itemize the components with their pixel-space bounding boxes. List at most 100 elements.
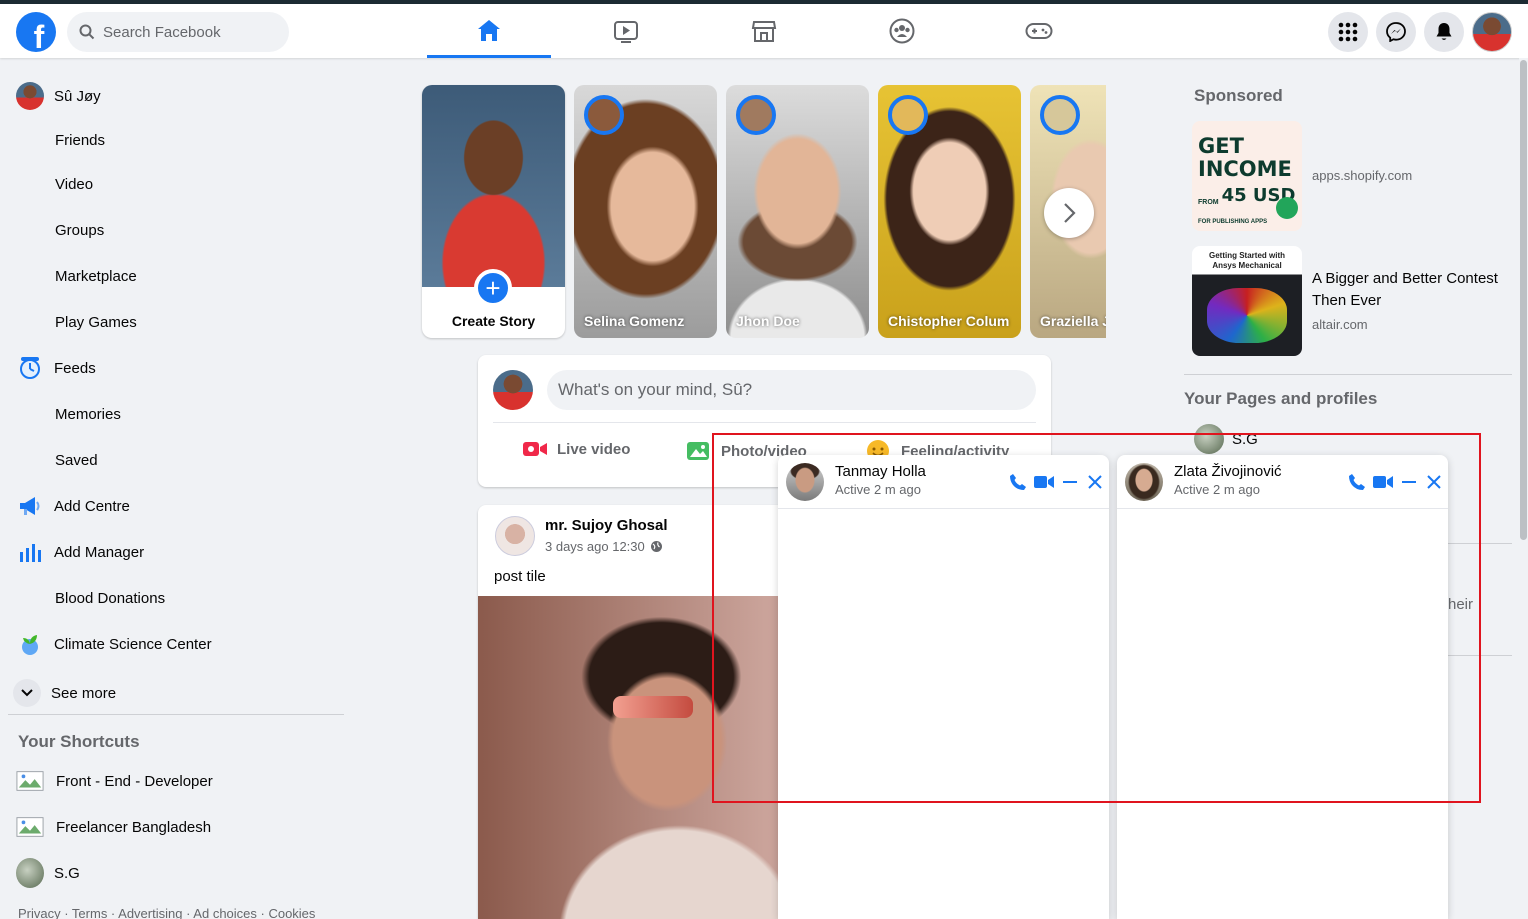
phone-icon (1349, 474, 1365, 490)
sidebar-item-memories[interactable]: Memories (8, 394, 344, 434)
sidebar-item-blood-donations[interactable]: Blood Donations (8, 578, 344, 618)
composer-input[interactable] (547, 370, 1036, 410)
minimize-icon (1063, 481, 1077, 483)
close-chat-button[interactable] (1423, 471, 1445, 493)
sidebar-item-saved[interactable]: Saved (8, 440, 344, 480)
menu-grid-icon (1338, 22, 1358, 42)
footer-links[interactable]: Privacy · Terms · Advertising · Ad choic… (18, 906, 315, 919)
page-name[interactable]: S.G (1232, 431, 1258, 448)
shortcut-item[interactable]: S.G (8, 853, 344, 893)
story-name: Chistopher Colum (888, 313, 1010, 329)
sidebar-item-play-games[interactable]: Play Games (8, 302, 344, 342)
live-video-button[interactable]: Live video (522, 439, 630, 459)
story-card[interactable]: Chistopher Colum (878, 85, 1021, 338)
tab-marketplace[interactable] (702, 4, 826, 58)
ad-headline[interactable]: A Bigger and Better Contest Then Ever (1312, 268, 1512, 312)
right-divider (1448, 655, 1512, 656)
video-call-button[interactable] (1372, 471, 1394, 493)
sidebar-item-label: Add Centre (54, 497, 130, 515)
menu-button[interactable] (1328, 12, 1368, 52)
sidebar-item-label: Blood Donations (55, 589, 166, 607)
sidebar-item-label: Friends (55, 131, 106, 149)
notifications-button[interactable] (1424, 12, 1464, 52)
sidebar-item-feeds[interactable]: Feeds (8, 348, 344, 388)
profile-photo (422, 85, 565, 287)
climate-icon (22, 635, 38, 655)
sidebar-item-marketplace[interactable]: Marketplace (8, 256, 344, 296)
tab-gaming[interactable] (977, 4, 1101, 58)
stories-next-button[interactable] (1044, 188, 1094, 238)
photo-icon (687, 442, 709, 460)
shortcut-label: Freelancer Bangladesh (56, 818, 212, 836)
search-box[interactable] (67, 12, 289, 52)
close-icon (1088, 475, 1102, 489)
sidebar-item-groups[interactable]: Groups (8, 210, 344, 250)
post-time[interactable]: 3 days ago 12:30 (545, 539, 645, 554)
sidebar-item-label: Feeds (54, 359, 96, 377)
search-input[interactable] (103, 23, 273, 41)
chat-header[interactable]: Tanmay Holla Active 2 m ago (778, 455, 1109, 509)
minimize-icon (1402, 481, 1416, 483)
facebook-logo[interactable]: f (16, 12, 56, 52)
watch-icon (614, 21, 638, 43)
voice-call-button[interactable] (1346, 471, 1368, 493)
add-story-button[interactable]: + (474, 269, 512, 307)
messenger-button[interactable] (1376, 12, 1416, 52)
ad-thumbnail[interactable]: Getting Started with Ansys Mechanical (1192, 246, 1302, 356)
sidebar-item-climate-science[interactable]: Climate Science Center (8, 624, 344, 664)
gaming-icon (1025, 23, 1053, 39)
shortcut-label: S.G (54, 864, 80, 882)
story-avatar (888, 95, 928, 135)
page-scrollbar[interactable] (1519, 58, 1528, 919)
ad-thumb-graphic (1207, 288, 1287, 343)
page-avatar[interactable] (1194, 424, 1224, 454)
sidebar-item-video[interactable]: Video (8, 164, 344, 204)
ad-thumb-line: FROM (1198, 199, 1219, 206)
chat-header[interactable]: Zlata Živojinović Active 2 m ago (1117, 455, 1448, 509)
ad-domain[interactable]: altair.com (1312, 317, 1368, 332)
close-chat-button[interactable] (1084, 471, 1106, 493)
story-name: Jhon Doe (736, 313, 800, 329)
shortcut-item[interactable]: Freelancer Bangladesh (8, 807, 344, 847)
voice-call-button[interactable] (1007, 471, 1029, 493)
sidebar-item-label: Sû Jøy (54, 87, 101, 105)
minimize-chat-button[interactable] (1398, 471, 1420, 493)
see-more-button[interactable]: See more (8, 673, 344, 713)
sidebar-item-label: Climate Science Center (54, 635, 212, 653)
story-card[interactable]: Jhon Doe (726, 85, 869, 338)
create-story-card[interactable]: + Create Story (422, 85, 565, 338)
tab-watch[interactable] (564, 4, 688, 58)
story-avatar (736, 95, 776, 135)
globe-icon (650, 541, 662, 552)
story-card[interactable]: Selina Gomenz (574, 85, 717, 338)
sidebar-item-label: Saved (55, 451, 98, 469)
post-meta: 3 days ago 12:30 (545, 539, 663, 554)
account-avatar[interactable] (1472, 12, 1512, 52)
logo-letter: f (33, 19, 45, 52)
sidebar-item-label: Marketplace (55, 267, 137, 285)
post-author-name[interactable]: mr. Sujoy Ghosal (545, 517, 668, 534)
ad-thumbnail[interactable]: GET INCOME FROM 45 USD FOR PUBLISHING AP… (1192, 121, 1302, 231)
post-author-avatar[interactable] (495, 516, 535, 556)
story-avatar (584, 95, 624, 135)
tab-groups[interactable] (840, 4, 964, 58)
tab-home[interactable] (427, 4, 551, 58)
sidebar-item-add-manager[interactable]: Add Manager (8, 532, 344, 572)
sidebar-item-add-centre[interactable]: Add Centre (8, 486, 344, 526)
sidebar-item-profile[interactable]: Sû Jøy (8, 76, 344, 116)
live-video-label: Live video (557, 440, 631, 458)
sidebar-item-friends[interactable]: Friends (8, 120, 344, 160)
chat-body[interactable] (1117, 509, 1448, 919)
ad-domain[interactable]: apps.shopify.com (1312, 168, 1412, 183)
feeds-icon (20, 357, 40, 379)
chat-contact-name: Zlata Živojinović (1174, 463, 1282, 480)
broken-image-icon (16, 817, 44, 837)
scrollbar-thumb[interactable] (1520, 60, 1527, 540)
shortcut-label: Front - End - Developer (56, 772, 213, 790)
chat-body[interactable] (778, 509, 1109, 919)
partial-text: heir (1448, 596, 1474, 613)
video-call-button[interactable] (1033, 471, 1055, 493)
minimize-chat-button[interactable] (1059, 471, 1081, 493)
sidebar-item-label: Play Games (55, 313, 137, 331)
shortcut-item[interactable]: Front - End - Developer (8, 761, 344, 801)
